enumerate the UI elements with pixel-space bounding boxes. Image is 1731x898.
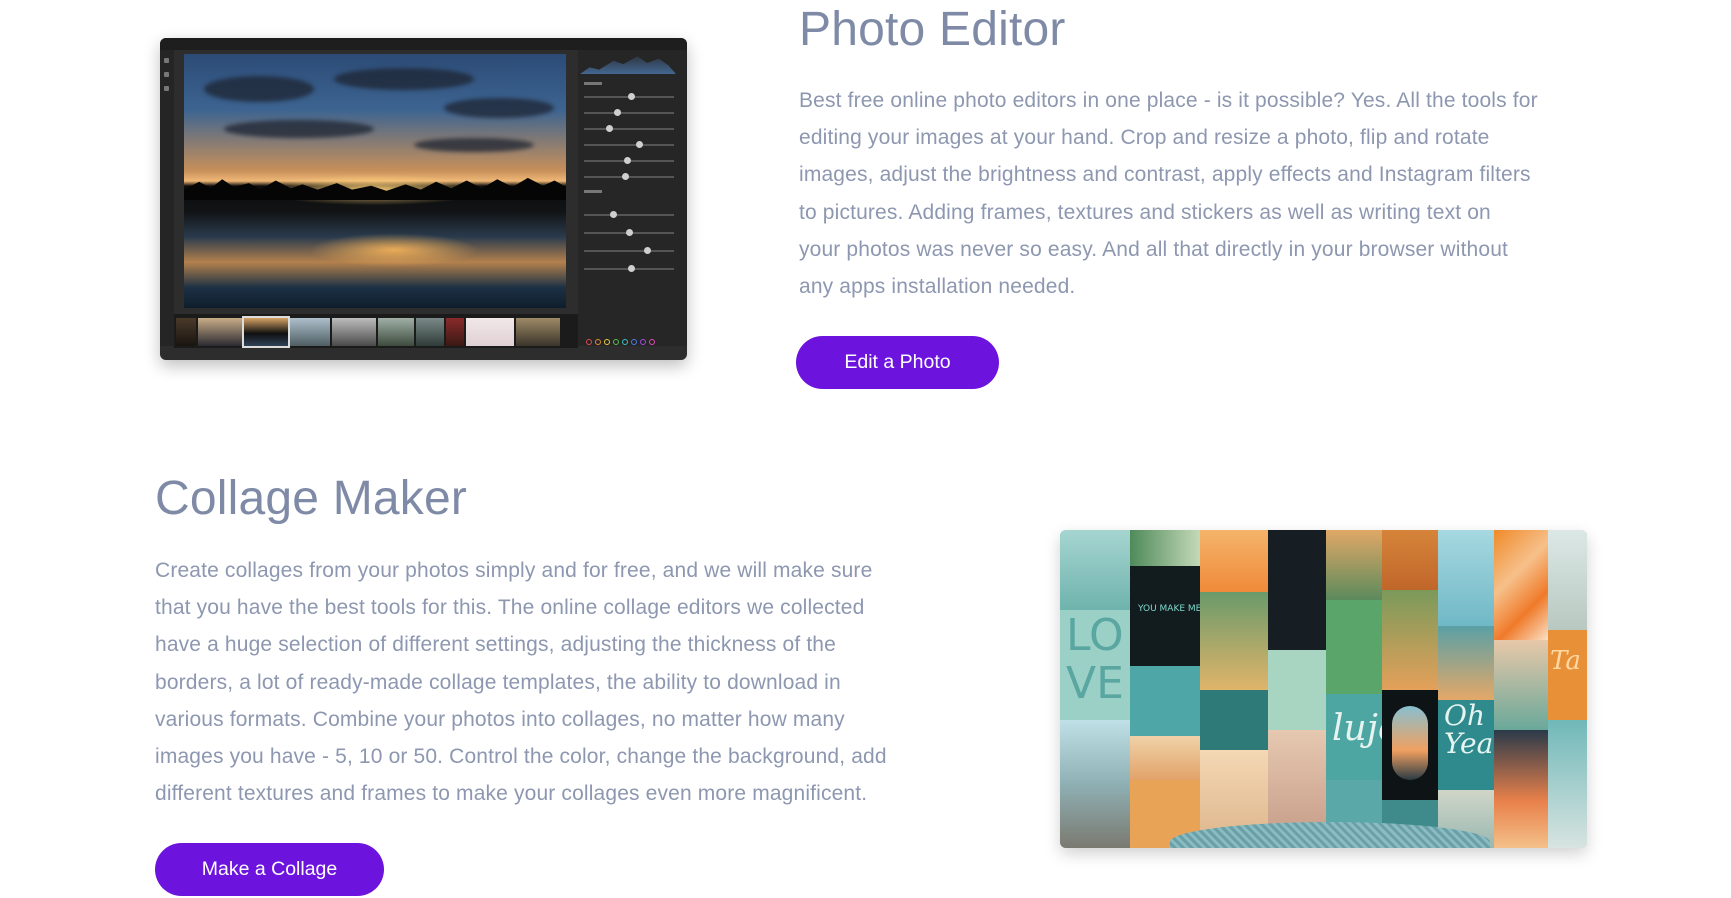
- photo-editor-description: Best free online photo editors in one pl…: [799, 82, 1538, 305]
- description-line: editing your images at your hand. Crop a…: [799, 126, 1490, 150]
- description-line: any apps installation needed.: [799, 275, 1076, 299]
- description-line: images you have - 5, 10 or 50. Control t…: [155, 745, 887, 769]
- description-line: various formats. Combine your photos int…: [155, 707, 845, 731]
- description-line: to pictures. Adding frames, textures and…: [799, 200, 1491, 224]
- description-line: Create collages from your photos simply …: [155, 559, 873, 582]
- description-line: Best free online photo editors in one pl…: [799, 89, 1538, 112]
- editor-left-toolstrip: [160, 50, 174, 346]
- description-line: have a huge selection of different setti…: [155, 633, 836, 657]
- collage-wall-photo: LO VE YOU MAKE ME LOVE luje Oh Yeah Ta: [1060, 530, 1587, 848]
- photo-editor-screenshot: [160, 38, 687, 360]
- description-line: your photos was never so easy. And all t…: [799, 237, 1509, 261]
- edit-photo-button[interactable]: Edit a Photo: [796, 336, 999, 389]
- make-collage-button[interactable]: Make a Collage: [155, 843, 384, 896]
- collage-maker-title: Collage Maker: [155, 472, 468, 525]
- color-mixer-swatches: [586, 332, 658, 350]
- photo-editor-title: Photo Editor: [799, 3, 1066, 56]
- description-line: borders, a lot of ready-made collage tem…: [155, 670, 841, 694]
- description-line: different textures and frames to make yo…: [155, 782, 868, 806]
- editor-top-bar: [160, 38, 687, 50]
- sunset-lake-photo: [184, 54, 566, 308]
- description-line: images, adjust the brightness and contra…: [799, 163, 1531, 187]
- description-line: that you have the best tools for this. T…: [155, 596, 865, 620]
- collage-maker-description: Create collages from your photos simply …: [155, 552, 887, 812]
